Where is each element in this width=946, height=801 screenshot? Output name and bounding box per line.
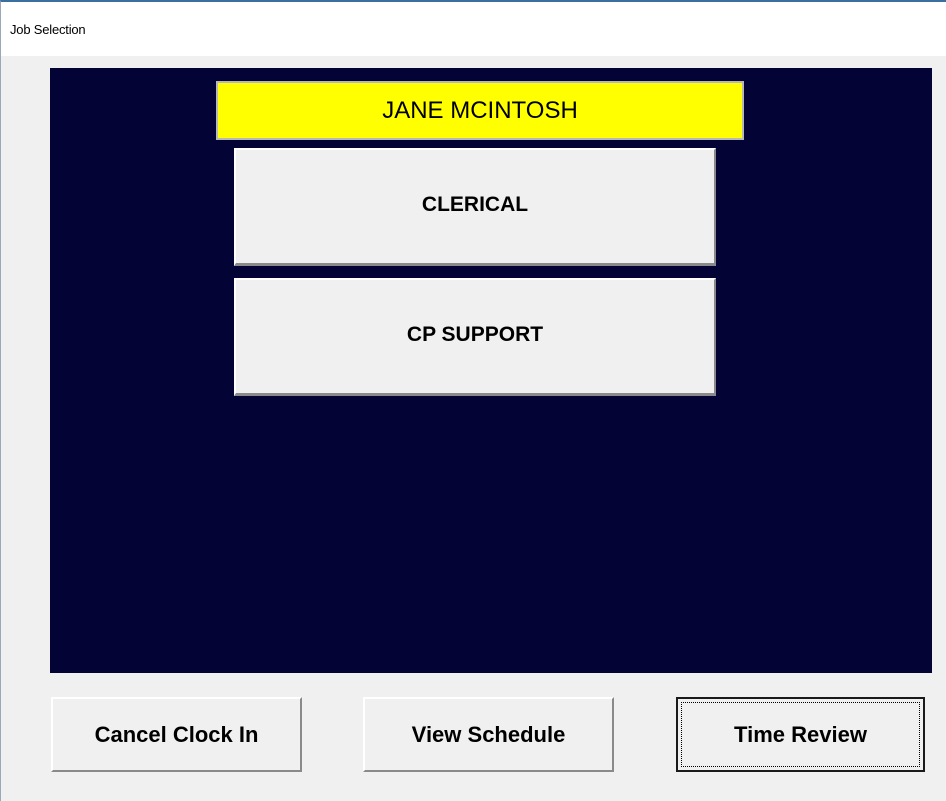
time-review-label: Time Review <box>734 721 867 747</box>
window-title: Job Selection <box>10 22 86 37</box>
time-review-button[interactable]: Time Review <box>676 697 925 772</box>
view-schedule-label: View Schedule <box>411 721 566 747</box>
job-selection-window: Job Selection JANE MCINTOSH CLERICAL CP … <box>0 0 946 801</box>
view-schedule-button[interactable]: View Schedule <box>363 697 614 772</box>
job-button-cp-support[interactable]: CP SUPPORT <box>234 278 716 396</box>
title-bar: Job Selection <box>1 2 946 56</box>
job-selection-panel: JANE MCINTOSH CLERICAL CP SUPPORT <box>50 68 932 673</box>
job-button-clerical[interactable]: CLERICAL <box>234 148 716 266</box>
job-button-label: CP SUPPORT <box>406 322 544 346</box>
employee-name-banner: JANE MCINTOSH <box>216 81 744 140</box>
cancel-clock-in-button[interactable]: Cancel Clock In <box>51 697 302 772</box>
job-button-label: CLERICAL <box>421 192 529 216</box>
cancel-clock-in-label: Cancel Clock In <box>94 721 259 747</box>
